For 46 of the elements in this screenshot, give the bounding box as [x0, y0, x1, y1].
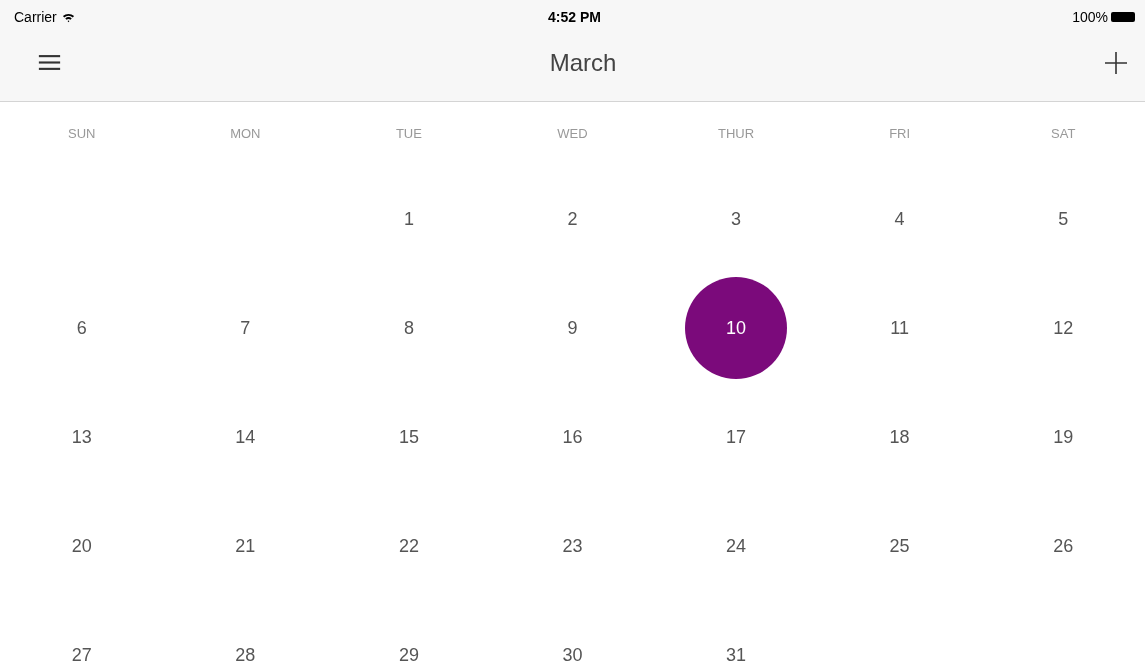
- weekday-label: WED: [557, 125, 588, 141]
- month-title: March: [549, 48, 617, 77]
- calendar-day[interactable]: 11: [848, 313, 951, 342]
- battery-icon: [1111, 12, 1135, 22]
- calendar-day[interactable]: 7: [194, 313, 297, 342]
- weekday-label: TUE: [395, 125, 422, 141]
- calendar-day[interactable]: 19: [1012, 422, 1115, 451]
- carrier-label: Carrier: [14, 9, 57, 25]
- calendar-day[interactable]: 5: [1012, 204, 1115, 233]
- calendar-day[interactable]: 1: [357, 204, 460, 233]
- calendar-day[interactable]: 25: [848, 531, 951, 560]
- weekday-label: THUR: [718, 125, 755, 141]
- calendar-day[interactable]: 30: [521, 640, 624, 669]
- calendar-day[interactable]: 22: [357, 531, 460, 560]
- weekday-label: SUN: [68, 125, 96, 141]
- calendar-day[interactable]: 16: [521, 422, 624, 451]
- calendar-day[interactable]: 13: [30, 422, 133, 451]
- add-button[interactable]: [1105, 51, 1127, 74]
- calendar-day[interactable]: 24: [685, 531, 788, 560]
- calendar-day[interactable]: 27: [30, 640, 133, 669]
- weekday-label: SAT: [1051, 125, 1076, 141]
- status-time: 4:52 PM: [548, 9, 601, 25]
- calendar-day[interactable]: 26: [1012, 531, 1115, 560]
- calendar-day[interactable]: 12: [1012, 313, 1115, 342]
- calendar-day[interactable]: 14: [194, 422, 297, 451]
- calendar-day[interactable]: 17: [685, 422, 788, 451]
- weekday-label: FRI: [889, 125, 911, 141]
- calendar-day[interactable]: 31: [685, 640, 788, 669]
- calendar-day[interactable]: 8: [357, 313, 460, 342]
- calendar-day[interactable]: 28: [194, 640, 297, 669]
- calendar-day[interactable]: 6: [30, 313, 133, 342]
- calendar-day[interactable]: 2: [521, 204, 624, 233]
- calendar-day[interactable]: 15: [357, 422, 460, 451]
- menu-button[interactable]: [38, 54, 61, 71]
- battery-percent: 100%: [1072, 9, 1108, 25]
- weekday-label: MON: [230, 125, 261, 141]
- calendar-day[interactable]: 23: [521, 531, 624, 560]
- calendar-day[interactable]: 3: [685, 204, 788, 233]
- calendar-day[interactable]: 4: [848, 204, 951, 233]
- wifi-icon: [61, 11, 75, 23]
- calendar-day[interactable]: 9: [521, 313, 624, 342]
- calendar-day[interactable]: 29: [357, 640, 460, 669]
- calendar-day[interactable]: 18: [848, 422, 951, 451]
- calendar-day[interactable]: 10: [685, 276, 788, 379]
- calendar-day[interactable]: 20: [30, 531, 133, 560]
- calendar-day[interactable]: 21: [194, 531, 297, 560]
